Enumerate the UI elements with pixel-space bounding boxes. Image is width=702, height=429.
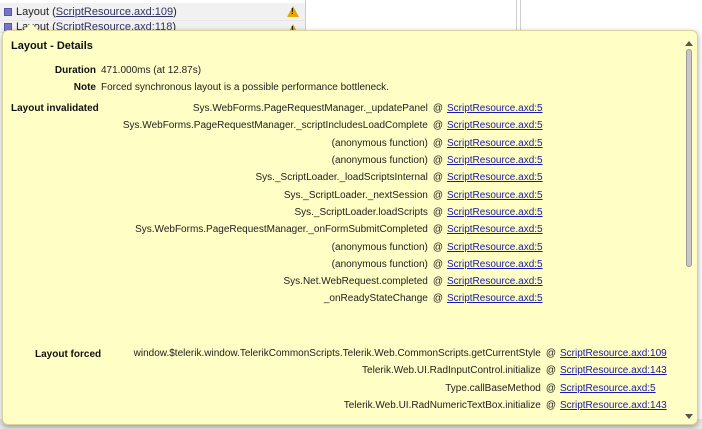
layout-forced-label: Layout forced: [35, 349, 102, 360]
source-link[interactable]: ScriptResource.axd:5: [447, 155, 543, 166]
source-link[interactable]: ScriptResource.axd:5: [447, 276, 543, 287]
stack-frame: Sys._ScriptLoader._nextSession @ ScriptRes…: [103, 186, 545, 203]
frame-function-name: Sys.Net.WebRequest.completed: [283, 276, 428, 288]
note-label: Note: [73, 81, 96, 93]
frame-function-name: Sys.WebForms.PageRequestManager._onFormS…: [135, 224, 428, 236]
at-symbol: @: [545, 365, 556, 377]
at-symbol: @: [432, 206, 443, 218]
popover-arrow: [23, 23, 39, 31]
frame-function-name: Type.callBaseMethod: [445, 382, 541, 394]
duration-value: 471.000ms (at 12.87s): [101, 64, 202, 76]
source-link[interactable]: ScriptResource.axd:5: [447, 120, 543, 131]
popover-scrollbar[interactable]: [685, 41, 693, 419]
source-link[interactable]: ScriptResource.axd:143: [560, 365, 667, 376]
stack-frame: Sys.WebForms.PageRequestManager._updateP…: [103, 100, 545, 117]
stack-frame: _onReadyStateChange @ ScriptResource.axd:5: [103, 290, 545, 307]
timeline-grid: [305, 0, 702, 30]
source-link[interactable]: ScriptResource.axd:5: [447, 172, 543, 183]
frame-function-name: Sys.WebForms.PageRequestManager._scriptI…: [122, 120, 428, 132]
duration-row: Duration 471.000ms (at 12.87s): [3, 63, 201, 77]
frame-function-name: Sys._ScriptLoader._nextSession: [283, 189, 428, 201]
warning-icon: [287, 6, 299, 17]
stack-frame: Sys._ScriptLoader._loadScriptsInternal @ S…: [103, 169, 545, 186]
note-row: Note Forced synchronous layout is a poss…: [3, 80, 389, 94]
source-link[interactable]: ScriptResource.axd:109: [560, 348, 667, 359]
note-value: Forced synchronous layout is a possible …: [101, 81, 389, 93]
at-symbol: @: [432, 137, 443, 149]
at-symbol: @: [545, 348, 556, 360]
source-link[interactable]: ScriptResource.axd:5: [447, 138, 543, 149]
stack-frame: Sys.Net.WebRequest.completed @ ScriptResou…: [103, 273, 545, 290]
frame-function-name: Sys.WebForms.PageRequestManager._updateP…: [192, 103, 428, 115]
stack-frame: window.$telerik.window.TelerikCommonScri…: [103, 345, 670, 362]
stack-frame: (anonymous function) @ ScriptResource.axd:…: [103, 135, 545, 152]
popover-content: Duration 471.000ms (at 12.87s) Note Forc…: [3, 61, 685, 417]
at-symbol: @: [432, 293, 443, 305]
stack-frame: Telerik.Web.UI.RadInputControl.initializ…: [103, 362, 670, 379]
frame-function-name: window.$telerik.window.TelerikCommonScri…: [133, 348, 541, 360]
scroll-down-icon[interactable]: [685, 414, 693, 419]
at-symbol: @: [432, 258, 443, 270]
duration-label: Duration: [54, 64, 96, 76]
at-symbol: @: [432, 224, 443, 236]
frame-function-name: Sys._ScriptLoader.loadScripts: [294, 206, 428, 218]
details-popover: Layout - Details Duration 471.000ms (at …: [2, 23, 698, 425]
scroll-thumb[interactable]: [686, 49, 692, 267]
invalidated-stack: Sys.WebForms.PageRequestManager._updateP…: [103, 100, 545, 308]
source-link[interactable]: ScriptResource.axd:5: [560, 383, 656, 394]
forced-stack: window.$telerik.window.TelerikCommonScri…: [103, 345, 670, 417]
stack-frame: Sys.WebForms.PageRequestManager._scriptI…: [103, 117, 545, 134]
at-symbol: @: [432, 172, 443, 184]
frame-function-name: (anonymous function): [331, 258, 428, 270]
source-link[interactable]: ScriptResource.axd:5: [447, 207, 543, 218]
frame-function-name: Telerik.Web.UI.RadNumericTextBox.initial…: [343, 400, 541, 412]
at-symbol: @: [432, 103, 443, 115]
source-link[interactable]: ScriptResource.axd:5: [447, 259, 543, 270]
timeline-record-row[interactable]: Layout (ScriptResource.axd:109): [0, 3, 305, 21]
source-link[interactable]: ScriptResource.axd:5: [447, 224, 543, 235]
source-link[interactable]: ScriptResource.axd:5: [447, 103, 543, 114]
frame-function-name: _onReadyStateChange: [323, 293, 428, 305]
record-color-square: [4, 7, 12, 16]
frame-function-name: (anonymous function): [331, 137, 428, 149]
stack-frame: Sys.WebForms.PageRequestManager._onFormS…: [103, 221, 545, 238]
at-symbol: @: [432, 189, 443, 201]
source-link[interactable]: ScriptResource.axd:5: [447, 190, 543, 201]
source-link[interactable]: ScriptResource.axd:143: [560, 400, 667, 411]
at-symbol: @: [545, 400, 556, 412]
frame-function-name: Sys._ScriptLoader._loadScriptsInternal: [255, 172, 428, 184]
popover-title: Layout - Details: [11, 40, 93, 52]
layout-invalidated-label: Layout invalidated: [11, 103, 99, 114]
frame-function-name: (anonymous function): [331, 155, 428, 167]
at-symbol: @: [432, 276, 443, 288]
stack-frame: Telerik.Web.UI.RadNumericTextBox.initial…: [103, 397, 670, 414]
grid-line: [516, 0, 517, 30]
at-symbol: @: [432, 120, 443, 132]
stack-frame: (anonymous function) @ ScriptResource.axd:…: [103, 238, 545, 255]
at-symbol: @: [432, 241, 443, 253]
grid-line: [520, 0, 521, 30]
frame-function-name: (anonymous function): [331, 241, 428, 253]
at-symbol: @: [545, 382, 556, 394]
scroll-track[interactable]: [686, 49, 692, 411]
stack-frame: (anonymous function) @ ScriptResource.axd:…: [103, 152, 545, 169]
record-source-link[interactable]: ScriptResource.axd:109: [56, 6, 173, 18]
stack-frame: Type.callBaseMethod @ ScriptResource.axd:5: [103, 380, 670, 397]
scroll-up-icon[interactable]: [685, 41, 693, 46]
record-label: Layout: [16, 5, 50, 18]
stack-frame: (anonymous function) @ ScriptResource.axd:…: [103, 256, 545, 273]
source-link[interactable]: ScriptResource.axd:5: [447, 242, 543, 253]
stack-frame: Sys._ScriptLoader.loadScripts @ ScriptReso…: [103, 204, 545, 221]
frame-function-name: Telerik.Web.UI.RadInputControl.initializ…: [362, 365, 541, 377]
at-symbol: @: [432, 155, 443, 167]
source-link[interactable]: ScriptResource.axd:5: [447, 293, 543, 304]
stack-frame: Sys.Component.endUpdate@ScriptResource.a…: [103, 414, 670, 417]
